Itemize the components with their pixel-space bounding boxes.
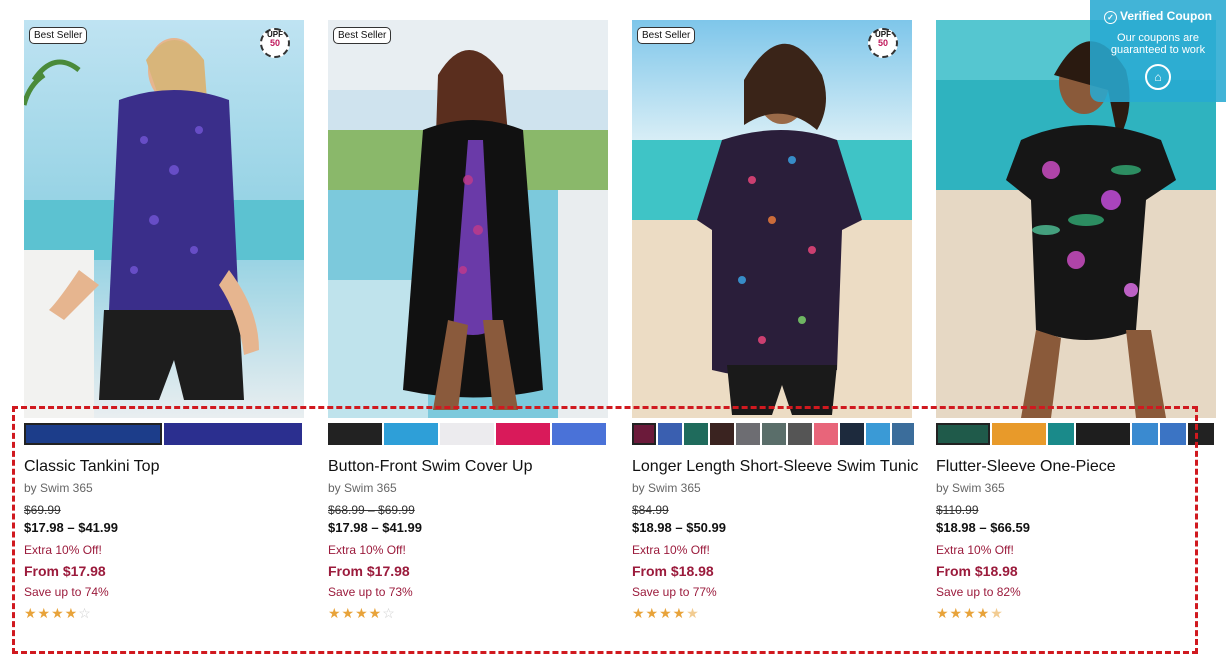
color-swatch[interactable] — [762, 423, 786, 445]
color-swatches — [632, 423, 914, 445]
color-swatch[interactable] — [1048, 423, 1074, 445]
product-image[interactable]: Best Seller UPF 50 — [24, 20, 304, 418]
color-swatch[interactable] — [936, 423, 990, 445]
color-swatch[interactable] — [440, 423, 494, 445]
color-swatch[interactable] — [1076, 423, 1130, 445]
color-swatch[interactable] — [24, 423, 162, 445]
check-circle-icon: ✓ — [1103, 11, 1117, 24]
color-swatches — [24, 423, 306, 445]
promo-text: Extra 10% Off! — [936, 543, 1014, 557]
product-title[interactable]: Flutter-Sleeve One-Piece — [936, 458, 1116, 476]
original-price: $69.99 — [24, 503, 61, 517]
price-range: $18.98 – $66.59 — [936, 520, 1030, 535]
color-swatches — [936, 423, 1218, 445]
product-brand: by Swim 365 — [936, 481, 1005, 495]
rating-stars-icon[interactable]: ★★★★☆ — [328, 605, 396, 622]
product-image[interactable]: Best Seller — [328, 20, 608, 418]
verified-coupon-widget[interactable]: ✓ Verified Coupon Our coupons are guarant… — [1090, 0, 1226, 102]
promo-text: Extra 10% Off! — [328, 543, 406, 557]
product-brand: by Swim 365 — [632, 481, 701, 495]
savings-text: Save up to 74% — [24, 585, 109, 599]
savings-text: Save up to 73% — [328, 585, 413, 599]
color-swatch[interactable] — [1132, 423, 1158, 445]
color-swatch[interactable] — [684, 423, 708, 445]
product-title[interactable]: Classic Tankini Top — [24, 458, 159, 476]
savings-text: Save up to 82% — [936, 585, 1021, 599]
upf-badge-icon: UPF 50 — [260, 28, 290, 58]
color-swatch[interactable] — [384, 423, 438, 445]
from-price: From $18.98 — [632, 563, 714, 579]
best-seller-badge: Best Seller — [29, 27, 88, 44]
savings-text: Save up to 77% — [632, 585, 717, 599]
product-title[interactable]: Longer Length Short-Sleeve Swim Tunic — [632, 458, 918, 476]
color-swatch[interactable] — [840, 423, 864, 445]
color-swatch[interactable] — [992, 423, 1046, 445]
price-range: $18.98 – $50.99 — [632, 520, 726, 535]
product-brand: by Swim 365 — [24, 481, 93, 495]
color-swatch[interactable] — [632, 423, 656, 445]
product-brand: by Swim 365 — [328, 481, 397, 495]
from-price: From $17.98 — [328, 563, 410, 579]
original-price: $110.99 — [936, 503, 979, 517]
color-swatch[interactable] — [788, 423, 812, 445]
color-swatch[interactable] — [496, 423, 550, 445]
color-swatch[interactable] — [736, 423, 760, 445]
color-swatch[interactable] — [164, 423, 302, 445]
from-price: From $18.98 — [936, 563, 1018, 579]
best-seller-badge: Best Seller — [333, 27, 392, 44]
home-icon[interactable]: ⌂ — [1145, 64, 1171, 90]
color-swatch[interactable] — [892, 423, 914, 445]
upf-badge-icon: UPF 50 — [868, 28, 898, 58]
rating-stars-icon[interactable]: ★★★★★ — [936, 605, 1004, 622]
color-swatch[interactable] — [658, 423, 682, 445]
product-image[interactable]: Best Seller UPF 50 — [632, 20, 912, 418]
coupon-title: Verified Coupon — [1119, 9, 1212, 23]
color-swatch[interactable] — [866, 423, 890, 445]
original-price: $84.99 — [632, 503, 669, 517]
price-range: $17.98 – $41.99 — [328, 520, 422, 535]
promo-text: Extra 10% Off! — [24, 543, 102, 557]
color-swatch[interactable] — [710, 423, 734, 445]
rating-stars-icon[interactable]: ★★★★★ — [632, 605, 700, 622]
from-price: From $17.98 — [24, 563, 106, 579]
color-swatch[interactable] — [328, 423, 382, 445]
color-swatch[interactable] — [814, 423, 838, 445]
color-swatch[interactable] — [1188, 423, 1214, 445]
color-swatch[interactable] — [1160, 423, 1186, 445]
promo-text: Extra 10% Off! — [632, 543, 710, 557]
original-price: $68.99 – $69.99 — [328, 503, 415, 517]
product-title[interactable]: Button-Front Swim Cover Up — [328, 458, 533, 476]
price-range: $17.98 – $41.99 — [24, 520, 118, 535]
coupon-subtitle: Our coupons are guaranteed to work — [1110, 32, 1206, 56]
rating-stars-icon[interactable]: ★★★★☆ — [24, 605, 92, 622]
color-swatch[interactable] — [552, 423, 606, 445]
best-seller-badge: Best Seller — [637, 27, 696, 44]
color-swatches — [328, 423, 610, 445]
coupon-header: ✓ Verified Coupon — [1090, 9, 1226, 24]
